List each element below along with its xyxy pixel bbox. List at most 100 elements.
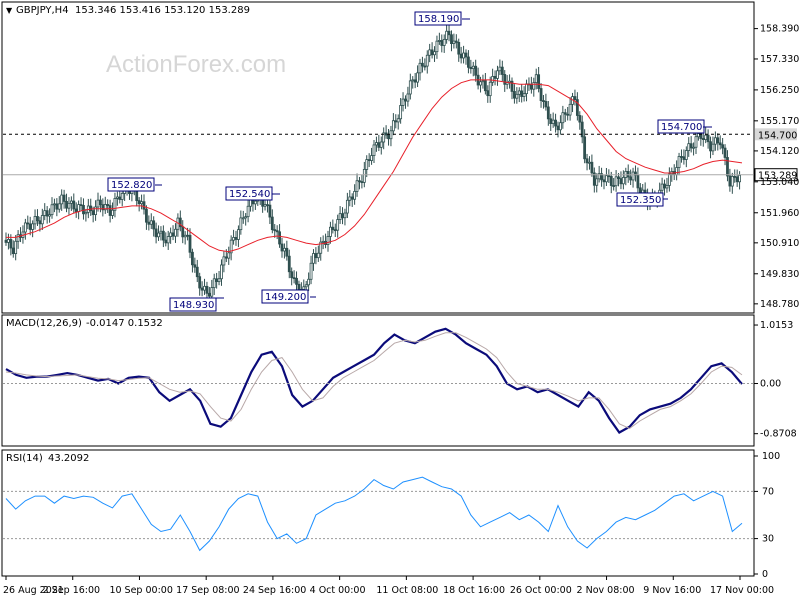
candle-up [704,134,708,140]
rsi-tick-label: 70 [762,486,774,497]
candle-up [14,240,18,255]
candle-down [590,161,594,174]
candle-up [452,40,456,44]
macd-tick-label: 0.00 [760,379,781,390]
candle-up [515,93,519,99]
candle-down [394,120,398,123]
candle-up [60,194,64,205]
candle-down [459,53,463,59]
candle-down [602,179,606,183]
price-tick-label: 157.330 [760,54,799,65]
candle-up [621,177,625,185]
candle-up [7,239,10,243]
time-tick-label: 24 Sep 16:00 [243,585,306,596]
candle-down [360,181,364,184]
candle-down [556,125,560,131]
candle-down [161,230,165,241]
candle-down [563,112,567,115]
candle-down [537,74,541,89]
candle-down [583,136,587,160]
candle-down [62,194,66,202]
candle-down [290,271,294,279]
time-tick-label: 17 Nov 00:00 [710,585,774,596]
price-tag-label: 154.700 [758,130,797,141]
candle-up [631,171,635,181]
candle-down [171,232,175,237]
annotation-label: 152.820 [111,180,152,191]
candle-down [387,134,390,140]
candle-up [43,210,47,216]
price-panel-frame [1,1,755,314]
candle-down [205,285,209,294]
annotation-label: 149.200 [265,292,306,303]
candle-up [522,93,526,97]
candle-down [280,243,284,252]
candle-down [539,88,543,101]
candle-down [578,115,582,123]
candle-down [723,147,727,158]
price-tick-label: 148.780 [760,299,799,310]
candle-down [191,251,194,266]
candle-down [278,231,281,245]
candle-down [91,210,95,216]
candle-up [203,285,206,291]
candle-down [188,234,192,253]
price-tick-label: 149.830 [760,269,799,280]
candle-up [534,74,538,83]
candle-up [551,119,555,124]
candle-up [498,66,502,72]
candle-up [496,70,499,79]
candle-up [169,232,173,237]
candle-down [45,210,49,217]
candle-down [377,142,381,148]
candle-down [554,119,557,127]
candle-up [692,146,695,149]
candle-up [316,252,320,259]
candle-up [309,262,313,280]
time-tick-label: 2 Nov 08:00 [577,585,635,596]
candle-up [471,65,475,70]
ohlc-label: 153.346 153.416 153.120 153.289 [75,5,250,16]
price-tick-label: 155.170 [760,116,799,127]
candle-up [525,83,528,95]
candle-down [200,287,204,291]
candle-down [195,266,199,278]
candle-up [425,54,429,67]
candle-down [546,106,550,120]
candle-down [728,175,732,187]
candle-down [733,176,737,178]
candle-down [706,134,710,143]
candle-down [198,276,202,289]
candle-up [53,203,56,206]
candle-down [689,143,693,149]
candle-up [389,130,393,140]
candle-up [694,136,698,148]
candle-up [345,199,349,214]
candle-up [445,30,449,40]
candle-up [120,193,124,200]
candle-up [730,176,734,187]
candle-down [701,138,705,140]
candle-down [137,200,141,205]
candle-down [735,176,739,183]
candle-up [391,120,395,132]
candle-down [207,292,211,297]
candle-down [268,204,272,218]
candle-down [38,220,42,225]
candle-down [573,96,577,101]
candle-down [181,226,185,238]
candle-up [605,175,608,183]
candle-up [406,93,410,102]
candle-up [283,247,286,252]
candle-up [69,200,73,204]
candle-up [67,202,71,209]
candle-up [481,80,485,83]
candle-up [232,237,235,241]
candle-down [142,201,146,210]
candle-down [447,30,451,36]
symbol-label: GBPJPY,H4 [16,5,69,16]
price-tick-label: 154.120 [760,146,799,157]
candle-up [665,185,669,189]
candle-up [140,201,143,205]
time-tick-label: 4 Oct 00:00 [310,585,366,596]
